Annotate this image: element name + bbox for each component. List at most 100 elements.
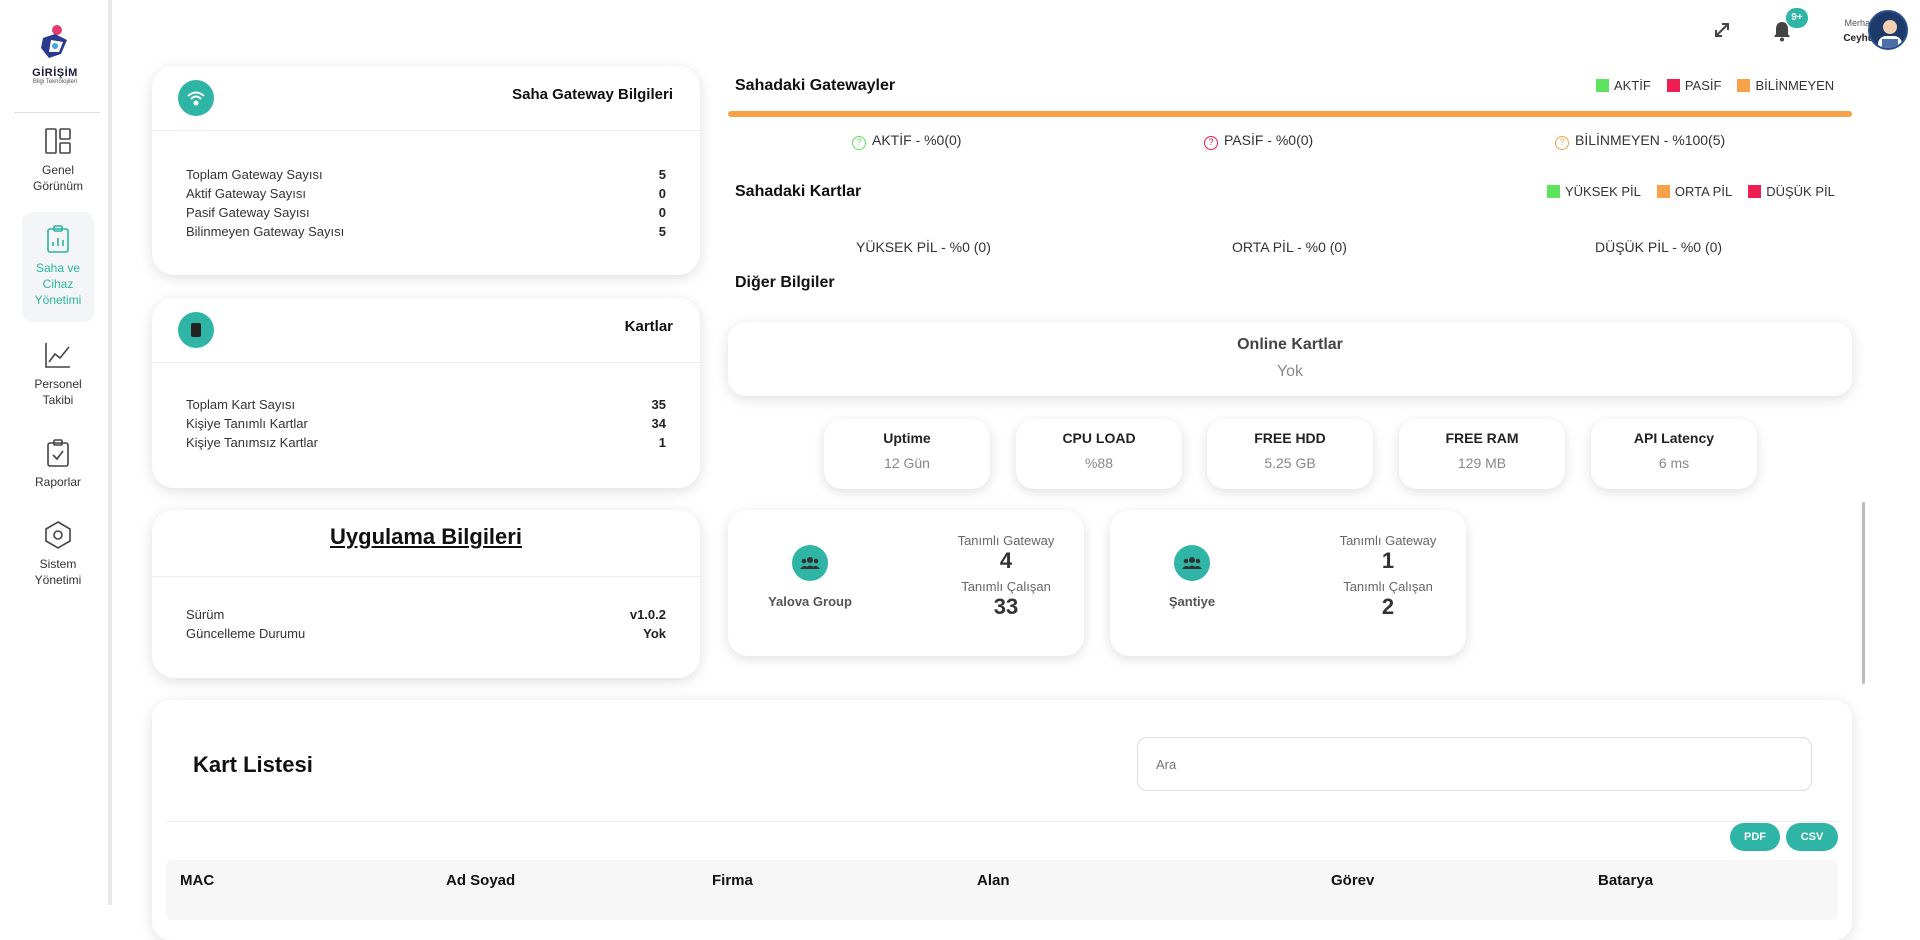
battery-stat-low: DÜŞÜK PİL - %0 (0) [1595,239,1723,255]
card-device-icon [178,312,214,348]
avatar[interactable] [1868,10,1908,50]
legend-label: BİLİNMEYEN [1755,78,1835,93]
metric-title: API Latency [1633,430,1715,446]
kv-value: 1 [658,435,666,450]
cards-info-card: Kartlar Toplam Kart Sayısı 35 Kişiye Tanı… [152,298,700,488]
kv-value: v1.0.2 [629,607,666,622]
kv-row: Güncelleme Durumu Yok [186,624,666,643]
clipboard-chart-icon [47,225,69,253]
wifi-icon [178,80,214,116]
brand-logo[interactable]: GİRİŞİM Bilgi Teknolojileri [18,24,92,92]
cards-legend: YÜKSEK PİL ORTA PİL DÜŞÜK PİL [1547,184,1835,199]
table-header-row [166,860,1838,920]
kv-label: Kişiye Tanımsız Kartlar [186,435,318,450]
gateway-stat-passive: ? PASİF - %0(0) [1204,132,1313,150]
group-employee-count: 2 [1381,594,1395,619]
stat-text: AKTİF - %0(0) [872,132,962,148]
kv-label: Pasif Gateway Sayısı [186,205,310,220]
column-header-name[interactable]: Ad Soyad [446,872,515,889]
legend-label: YÜKSEK PİL [1565,184,1641,199]
export-pdf-button[interactable]: PDF [1730,823,1780,851]
sidebar-item-label: Personel Takibi [34,377,82,407]
question-icon: ? [852,136,866,150]
brand-name: GİRİŞİM [32,67,78,79]
kv-row: Aktif Gateway Sayısı 0 [186,184,666,203]
hexagon-settings-icon [45,521,71,549]
kv-label: Güncelleme Durumu [186,626,306,641]
dashboard-icon [45,128,71,154]
card-divider [152,362,700,363]
scrollbar-thumb[interactable] [1862,502,1865,684]
kv-label: Kişiye Tanımlı Kartlar [186,416,308,431]
group-employee-label: Tanımlı Çalışan [1343,579,1433,594]
kv-row: Kişiye Tanımlı Kartlar 34 [186,414,666,433]
column-header-company[interactable]: Firma [712,872,753,889]
kv-value: 0 [658,205,666,220]
sidebar-item-label: Saha ve Cihaz Yönetimi [34,261,82,307]
line-chart-icon [45,343,70,368]
kv-row: Toplam Kart Sayısı 35 [186,395,666,414]
sidebar-item-label: Genel Görünüm [32,163,84,193]
battery-stat-medium: ORTA PİL - %0 (0) [1232,239,1347,255]
metric-value: 12 Gün [884,455,930,471]
metric-title: FREE HDD [1254,430,1326,446]
logo-mark [33,24,77,64]
group-gateway-count: 4 [999,548,1013,573]
battery-stat-high: YÜKSEK PİL - %0 (0) [856,239,991,255]
legend-swatch [1737,79,1751,92]
kv-row: Kişiye Tanımsız Kartlar 1 [186,433,666,452]
card-list-panel: Kart Listesi PDF CSV [152,700,1852,940]
metric-value: 129 MB [1457,455,1507,471]
gateway-status-bar [728,111,1852,117]
kv-label: Toplam Kart Sayısı [186,397,296,412]
legend-item: AKTİF [1596,78,1651,93]
sidebar-item-field-devices[interactable]: Saha ve Cihaz Yönetimi [22,212,94,322]
sidebar-item-reports[interactable]: Raporlar [22,438,94,489]
card-divider [152,576,700,577]
kv-row: Pasif Gateway Sayısı 0 [186,203,666,222]
legend-swatch [1666,79,1680,92]
kv-label: Toplam Gateway Sayısı [186,167,323,182]
legend-label: DÜŞÜK PİL [1766,184,1835,199]
metric-free-ram: FREE RAM 129 MB [1399,419,1565,489]
kv-label: Bilinmeyen Gateway Sayısı [186,224,345,239]
group-card-santiye[interactable]: Şantiye Tanımlı Gateway 1 Tanımlı Çalışa… [1110,510,1466,656]
gateway-legend: AKTİF PASİF BİLİNMEYEN [1596,78,1834,93]
sidebar-divider [14,112,100,113]
clipboard-check-icon [47,439,69,467]
cards-card-title: Kartlar [624,318,673,335]
field-gateways-title: Sahadaki Gatewayler [735,77,896,94]
search-input[interactable] [1137,737,1812,791]
stat-text: PASİF - %0(0) [1224,132,1314,148]
column-header-mac[interactable]: MAC [180,872,214,889]
list-divider [166,821,1838,822]
group-name: Yalova Group [768,594,852,609]
legend-swatch [1547,185,1560,198]
kv-value: 0 [658,186,666,201]
gateway-stat-active: ? AKTİF - %0(0) [852,132,961,150]
other-info-title: Diğer Bilgiler [735,274,835,291]
metric-value: 6 ms [1658,455,1690,471]
kv-label: Sürüm [186,607,225,622]
card-divider [152,130,700,131]
sidebar: GİRİŞİM Bilgi Teknolojileri Genel Görünü… [0,0,112,905]
kv-row: Toplam Gateway Sayısı 5 [186,165,666,184]
legend-swatch [1656,185,1670,198]
group-name: Şantiye [1168,594,1216,609]
column-header-role[interactable]: Görev [1331,872,1374,889]
kv-label: Aktif Gateway Sayısı [186,186,306,201]
column-header-battery[interactable]: Batarya [1598,872,1653,889]
metric-api-latency: API Latency 6 ms [1591,419,1757,489]
kv-value: Yok [643,626,666,641]
group-card-yalova[interactable]: Yalova Group Tanımlı Gateway 4 Tanımlı Ç… [728,510,1084,656]
fullscreen-icon[interactable] [1712,20,1732,40]
sidebar-item-overview[interactable]: Genel Görünüm [22,126,94,193]
online-cards-panel: Online Kartlar Yok [728,322,1852,396]
sidebar-item-personnel[interactable]: Personel Takibi [22,340,94,407]
kv-row: Sürüm v1.0.2 [186,605,666,624]
sidebar-item-system[interactable]: Sistem Yönetimi [22,520,94,587]
column-header-area[interactable]: Alan [977,872,1010,889]
sidebar-item-label: Raporlar [34,475,82,489]
export-csv-button[interactable]: CSV [1786,823,1838,851]
metric-cpu-load: CPU LOAD %88 [1016,419,1182,489]
